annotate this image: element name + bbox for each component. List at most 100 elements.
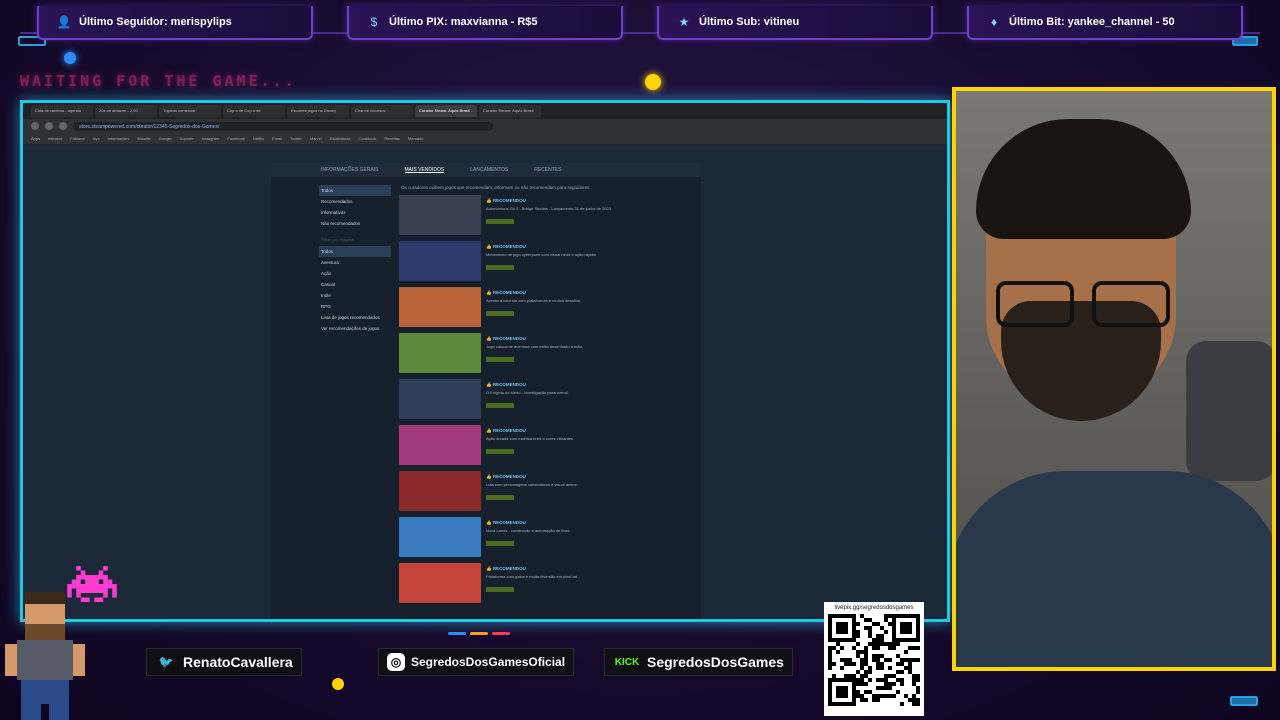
kick-handle-badge[interactable]: KICK SegredosDosGames [604,648,793,676]
recommendation-item[interactable]: 👍 RECOMENDOU Autonomous Go 2 - Bridge Stu… [399,195,651,241]
star-icon: ★ [678,15,690,29]
corner-ornament-bottom-right [1230,696,1258,706]
bookmark-item[interactable]: Email [272,136,282,141]
tag-filter-option[interactable]: Aventura [319,257,391,268]
bookmark-item[interactable]: Estatísticas [330,136,350,141]
webcam-chair [1186,341,1272,481]
filter-option[interactable]: Não recomendados [319,218,391,229]
url-field[interactable]: store.steampowered.com/curator/12345-Seg… [73,121,493,131]
bookmark-item[interactable]: estudos [48,136,62,141]
browser-tab[interactable]: Chat de recursos [351,105,413,117]
filter-section-header: Filtrar por etiqueta [321,237,354,242]
browser-tab[interactable]: Cop a de Cop a de [223,105,285,117]
recommended-label: 👍 RECOMENDOU [486,198,526,203]
instagram-handle-badge[interactable]: ◎ SegredosDosGamesOficial [378,648,575,676]
livepix-qr-code[interactable]: livepix.gg/segredosdosgames [824,602,924,716]
bookmark-item[interactable]: Receitas [384,136,400,141]
recommendation-text: Jogo casual de aventura com estilo desen… [486,344,583,349]
steam-tab[interactable]: INFORMAÇÕES GERAIS [321,167,379,173]
price-badge[interactable] [486,357,514,362]
recommendation-item[interactable]: 👍 RECOMENDOU Nova Lands - construção e au… [399,517,651,563]
recommendation-item[interactable]: 👍 RECOMENDOU Plataforma com gatos e muita… [399,563,651,609]
bookmark-item[interactable]: Twitter [290,136,302,141]
game-thumbnail[interactable] [399,425,481,465]
price-badge[interactable] [486,541,514,546]
blue-orb-decoration [64,52,76,64]
price-badge[interactable] [486,495,514,500]
game-thumbnail[interactable] [399,195,481,235]
bookmark-item[interactable]: Apps [31,136,40,141]
yellow-orb-decoration [645,74,661,90]
bookmark-item[interactable]: Google [159,136,172,141]
browser-tab[interactable]: Cida de caverna - agenda [31,105,93,117]
tag-filter-option[interactable]: Ação [319,268,391,279]
browser-tab[interactable]: Tópicos comercial [159,105,221,117]
recommendation-info: 👍 RECOMENDOU Aventura colorida com plataf… [486,287,651,333]
price-badge[interactable] [486,311,514,316]
bookmark-item[interactable]: Moodle [138,136,151,141]
browser-tab[interactable]: Curador Steam: Aquio Brasil [415,105,477,117]
recommendation-text: Nova Lands - construção e automação de i… [486,528,571,533]
recommendation-item[interactable]: 👍 RECOMENDOU Aventura colorida com plataf… [399,287,651,333]
recommendation-item[interactable]: 👍 RECOMENDOU O Enigma do Medo - investiga… [399,379,651,425]
recommendation-info: 👍 RECOMENDOU Plataforma com gatos e muita… [486,563,651,609]
bookmark-item[interactable]: Suporte [180,136,194,141]
price-badge[interactable] [486,403,514,408]
recommendation-text: Plataforma com gatos e muita diversão em… [486,574,579,579]
bookmark-item[interactable]: Marvel [310,136,322,141]
person-icon: 👤 [56,15,72,29]
recommended-label: 👍 RECOMENDOU [486,382,526,387]
steam-tab[interactable]: RECENTES [534,167,561,173]
recommended-label: 👍 RECOMENDOU [486,474,526,479]
kick-icon: KICK [614,656,640,668]
bookmark-item[interactable]: Nyx [93,136,100,141]
bookmark-item[interactable]: Facebook [227,136,245,141]
recommendation-item[interactable]: 👍 RECOMENDOU Mecanismo de jogo cyberpunk … [399,241,651,287]
game-thumbnail[interactable] [399,241,481,281]
forward-icon[interactable] [45,122,53,130]
tag-filter-option[interactable]: RPG [319,301,391,312]
last-follower-alert: 👤 Último Seguidor: merispylips [37,6,313,40]
game-thumbnail[interactable] [399,379,481,419]
price-badge[interactable] [486,587,514,592]
recommendation-item[interactable]: 👍 RECOMENDOU Ação arcade com estética ret… [399,425,651,471]
steam-tab[interactable]: LANÇAMENTOS [470,167,508,173]
alerts-bar: 👤 Último Seguidor: merispylips $ Último … [0,0,1280,46]
steam-tab[interactable]: MAIS VENDIDOS [404,167,445,173]
bookmark-item[interactable]: Informações [108,136,130,141]
browser-tab[interactable]: Curador Steam: Aquio Brasil [479,105,541,117]
tag-filter-option[interactable]: Todos [319,246,391,257]
filter-link[interactable]: Ver recomendações de jogos [319,323,391,334]
price-badge[interactable] [486,219,514,224]
game-thumbnail[interactable] [399,471,481,511]
twitter-handle-badge[interactable]: 🐦 RenatoCavallera [146,648,302,676]
filter-option[interactable]: Todos [319,185,391,196]
recommendation-info: 👍 RECOMENDOU Jogo casual de aventura com … [486,333,651,379]
price-badge[interactable] [486,449,514,454]
bookmark-item[interactable]: Cookbook [358,136,376,141]
filter-link[interactable]: Lista de jogos recomendados [319,312,391,323]
recommendation-item[interactable]: 👍 RECOMENDOU Luta com personagens carismá… [399,471,651,517]
filter-sidebar: Todos Recomendados Informativos Não recomen… [319,185,391,334]
back-icon[interactable] [31,122,39,130]
game-thumbnail[interactable] [399,563,481,603]
bookmark-item[interactable]: Netflix [253,136,264,141]
recommendation-item[interactable]: 👍 RECOMENDOU Jogo casual de aventura com … [399,333,651,379]
bookmark-item[interactable]: Mercado [408,136,424,141]
filter-option[interactable]: Recomendados [319,196,391,207]
bookmark-item[interactable]: Fabiana [70,136,84,141]
tag-filter-option[interactable]: Indie [319,290,391,301]
filter-option[interactable]: Informativos [319,207,391,218]
browser-tab[interactable]: Escanea jogos no Disney [287,105,349,117]
bookmark-item[interactable]: Instagram [202,136,220,141]
qr-code-icon [828,614,920,706]
game-thumbnail[interactable] [399,287,481,327]
reload-icon[interactable] [59,122,67,130]
price-badge[interactable] [486,265,514,270]
tag-filter-option[interactable]: Casual [319,279,391,290]
game-thumbnail[interactable] [399,517,481,557]
last-bit-text: Último Bit: yankee_channel - 50 [1009,16,1175,28]
browser-tab[interactable]: 20x de amazon - 2,00 [95,105,157,117]
game-thumbnail[interactable] [399,333,481,373]
webcam-feed [952,87,1276,671]
